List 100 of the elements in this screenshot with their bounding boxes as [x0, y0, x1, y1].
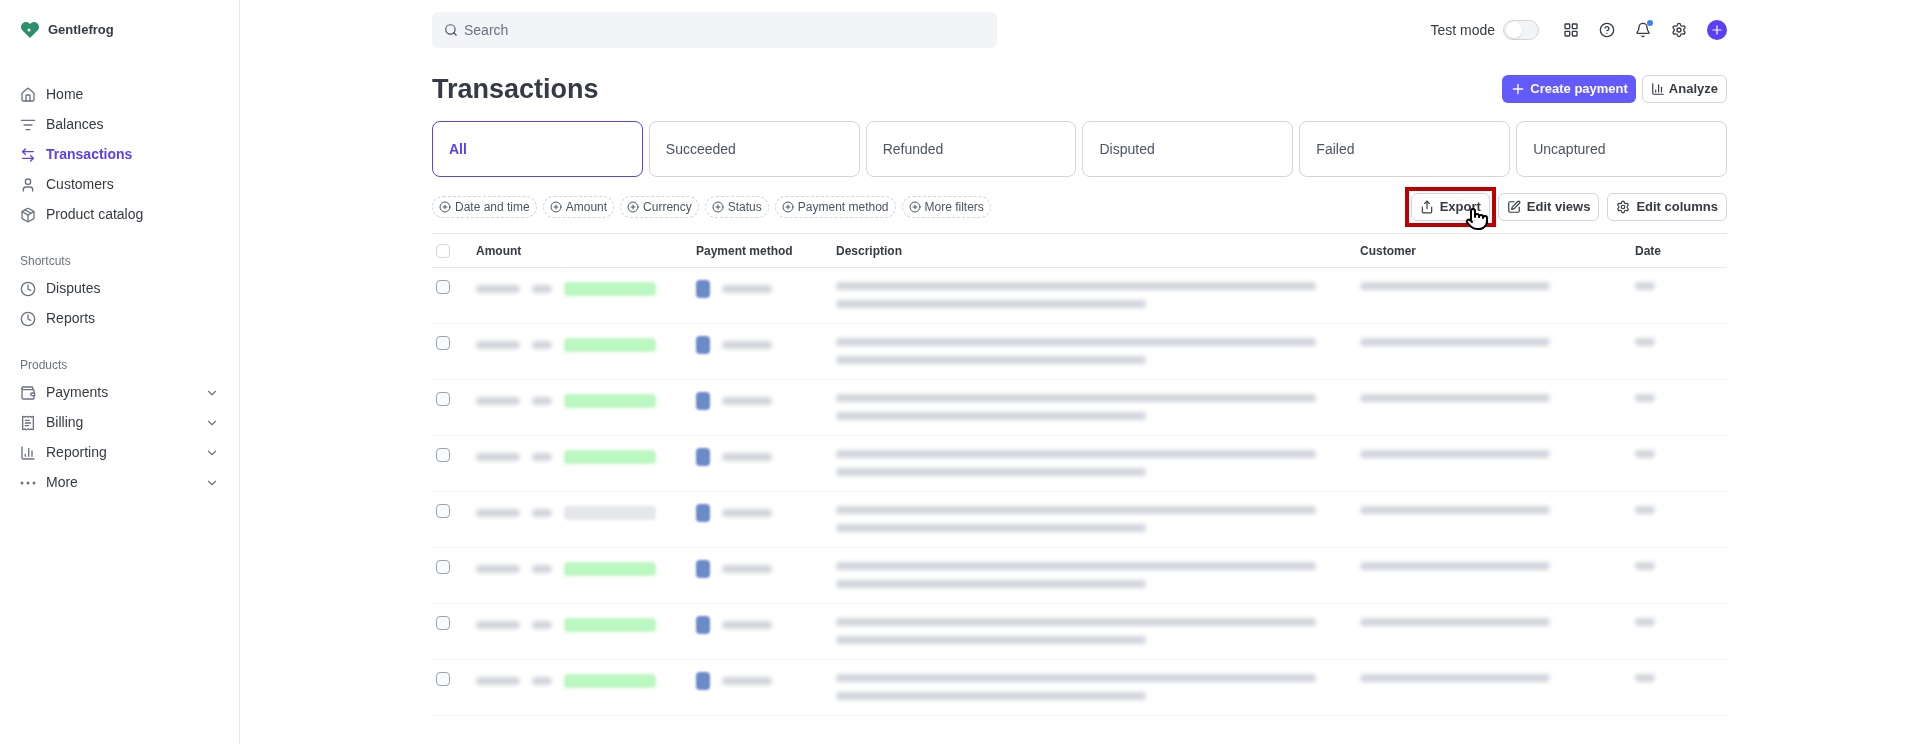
blurred-text [1635, 506, 1655, 514]
blurred-text [476, 565, 520, 573]
blurred-text [1635, 338, 1655, 346]
blurred-text [532, 397, 552, 405]
arrows-icon [20, 146, 36, 163]
select-all-checkbox[interactable] [436, 243, 450, 258]
clock-icon [20, 280, 36, 297]
nav-item[interactable]: Transactions [20, 139, 219, 170]
column-header: Date [1635, 242, 1662, 260]
blurred-text [722, 453, 772, 461]
blurred-text [1635, 282, 1655, 290]
page-title: Transactions [432, 72, 600, 106]
section-heading: Shortcuts [20, 252, 72, 270]
edit-icon [1506, 200, 1521, 214]
row-checkbox[interactable] [436, 616, 450, 630]
blurred-text [476, 453, 520, 461]
home-icon [20, 86, 36, 103]
person-icon [20, 176, 36, 193]
plus-circle-icon [549, 201, 562, 213]
plus-circle-icon [711, 201, 724, 213]
blurred-text [1635, 450, 1655, 458]
blurred-text [1635, 394, 1655, 402]
card-icon [696, 280, 710, 298]
add-icon[interactable] [1707, 20, 1727, 40]
filter-tab[interactable]: Disputed [1082, 121, 1294, 177]
filter-tab[interactable]: Succeeded [648, 121, 860, 177]
filter-tab[interactable]: Refunded [865, 121, 1077, 177]
section-heading: Products [20, 356, 69, 374]
blurred-text [532, 677, 552, 685]
nav-item[interactable]: Payments [20, 377, 219, 408]
blurred-text [532, 509, 552, 517]
blurred-text [1635, 674, 1655, 682]
nav-item[interactable]: Reports [20, 303, 219, 334]
create-payment-button[interactable]: Create payment [1502, 75, 1636, 103]
settings-icon[interactable] [1671, 22, 1687, 38]
search-icon [444, 23, 458, 37]
column-header: Amount [476, 242, 523, 260]
column-header: Description [836, 242, 903, 260]
blurred-text [532, 453, 552, 461]
apps-icon[interactable] [1563, 22, 1579, 38]
row-checkbox[interactable] [436, 392, 450, 406]
row-checkbox[interactable] [436, 504, 450, 518]
frog-heart-logo-icon [20, 20, 40, 39]
notifications-icon[interactable] [1635, 22, 1651, 38]
plus-circle-icon [908, 201, 921, 213]
card-icon [696, 560, 710, 578]
blurred-text [722, 341, 772, 349]
blurred-text [722, 509, 772, 517]
bar-chart-icon [1650, 82, 1665, 96]
search-field[interactable]: Search [432, 12, 997, 48]
nav-item[interactable]: Home [20, 79, 219, 110]
toolbar-button[interactable]: Edit views [1497, 193, 1600, 221]
test-mode-label: Test mode [1430, 20, 1495, 40]
nav-item[interactable]: More [20, 467, 219, 498]
blurred-text [476, 677, 520, 685]
blurred-text [532, 621, 552, 629]
blurred-text [476, 509, 520, 517]
blurred-text [722, 285, 772, 293]
row-checkbox[interactable] [436, 560, 450, 574]
card-icon [696, 504, 710, 522]
blurred-text [476, 341, 520, 349]
plus-circle-icon [439, 201, 451, 213]
row-checkbox[interactable] [436, 672, 450, 686]
row-checkbox[interactable] [436, 280, 450, 294]
nav-item[interactable]: Customers [20, 169, 219, 200]
row-checkbox[interactable] [436, 336, 450, 350]
card-icon [696, 336, 710, 354]
nav-item[interactable]: Billing [20, 407, 219, 438]
blurred-text [1635, 618, 1655, 626]
receipt-icon [20, 414, 36, 431]
blurred-text [722, 677, 772, 685]
filter-tab[interactable]: Uncaptured [1516, 121, 1727, 177]
filter-tab[interactable]: Failed [1299, 121, 1511, 177]
wallet-icon [20, 384, 36, 401]
nav-item[interactable]: Balances [20, 109, 219, 140]
analyze-button[interactable]: Analyze [1641, 75, 1727, 103]
blurred-text [532, 285, 552, 293]
card-icon [696, 616, 710, 634]
blurred-text [532, 565, 552, 573]
blurred-text [1635, 562, 1655, 570]
blurred-text [722, 397, 772, 405]
nav-item[interactable]: Product catalog [20, 199, 219, 230]
card-icon [696, 392, 710, 410]
more-icon [20, 480, 36, 485]
brand-name: Gentlefrog [48, 21, 114, 39]
plus-circle-icon [627, 201, 640, 213]
column-header: Payment method [696, 242, 794, 260]
clock-icon [20, 310, 36, 327]
test-mode-switch[interactable] [1503, 20, 1539, 40]
bar-chart-icon [20, 444, 36, 461]
nav-item[interactable]: Disputes [20, 273, 219, 304]
column-header: Customer [1360, 242, 1417, 260]
filter-tab[interactable]: All [432, 121, 643, 177]
help-icon[interactable] [1599, 22, 1615, 38]
toolbar-button[interactable]: Edit columns [1607, 193, 1727, 221]
box-icon [20, 206, 36, 223]
nav-item[interactable]: Reporting [20, 437, 219, 468]
card-icon [696, 672, 710, 690]
row-checkbox[interactable] [436, 448, 450, 462]
plus-circle-icon [781, 201, 794, 213]
